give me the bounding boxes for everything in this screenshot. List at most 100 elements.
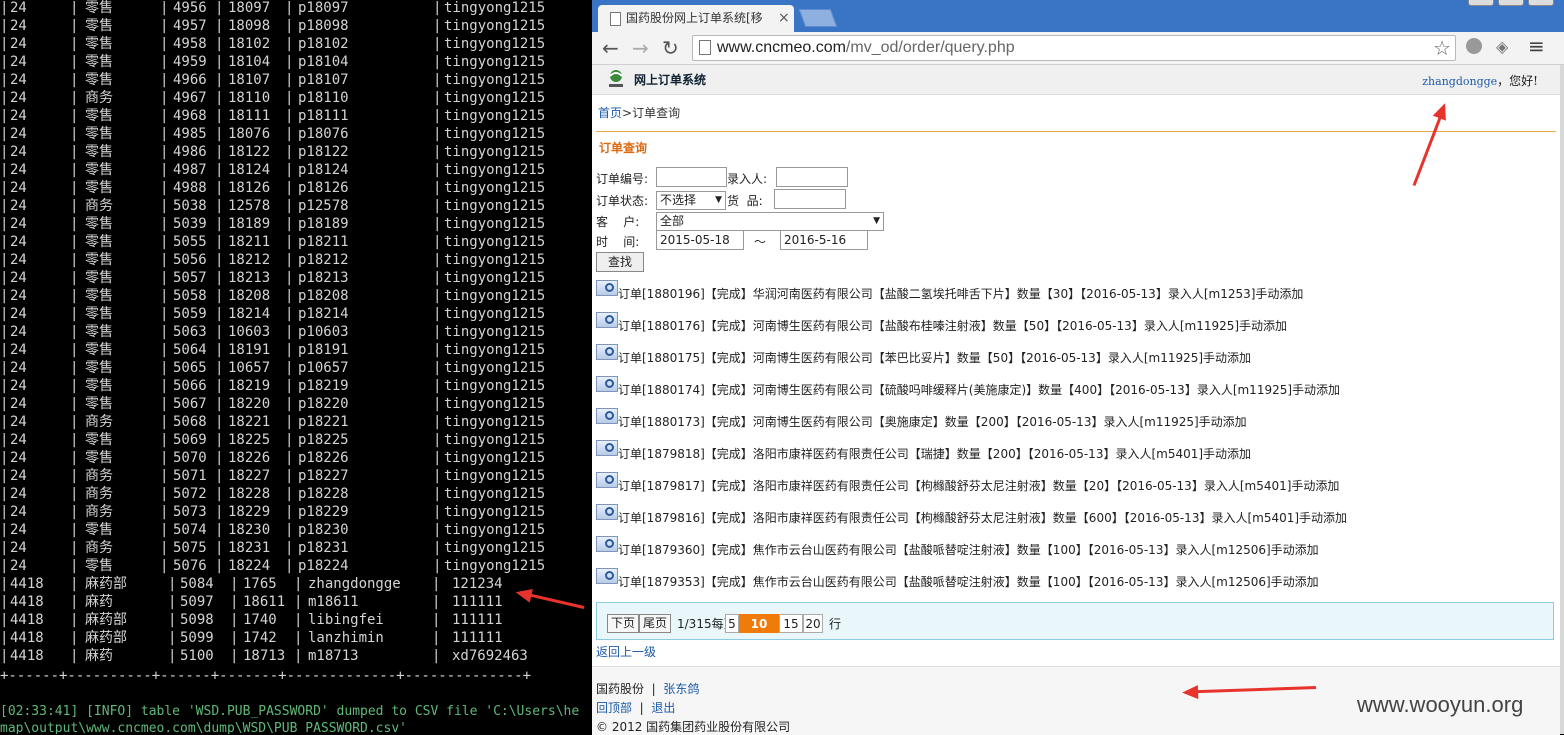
terminal-cell: 4985 [173,126,207,142]
back-to-department-link[interactable]: 回顶部 [596,701,632,715]
view-details-icon[interactable] [596,472,618,488]
date-to-input[interactable]: 2016-5-16 [780,230,868,250]
url-text[interactable]: www.cncmeo.com/mv_od/order/query.php [717,36,1015,60]
view-details-icon[interactable] [596,536,618,552]
page-size-option[interactable]: 5 [725,614,739,633]
scrollbar[interactable] [1560,65,1564,734]
terminal-pipe: | [70,558,79,574]
view-details-icon[interactable] [596,312,618,328]
terminal-pipe: | [285,414,294,430]
page-size-option[interactable]: 20 [803,614,823,633]
close-icon[interactable]: × [778,5,790,32]
terminal-log-line: map\output\www.cncmeo.com\dump\WSD\PUB_P… [0,721,407,734]
user-name-link[interactable]: 张东鸽 [663,682,699,696]
terminal-cell: 24 [10,108,27,124]
terminal-cell: 12578 [228,198,271,214]
terminal-pipe: | [215,432,224,448]
minimize-button[interactable] [1468,0,1494,6]
result-text: 订单[1879360]【完成】焦作市云台山医药有限公司【盐酸哌替啶注射液】数量【… [618,543,1319,557]
terminal-pipe: | [168,612,177,628]
terminal-cell: p18208 [298,288,349,304]
terminal-cell: 24 [10,144,27,160]
terminal-pipe: | [0,270,9,286]
terminal-cell: 麻药 [85,648,113,664]
view-details-icon[interactable] [596,504,618,520]
terminal-cell: 5075 [173,540,207,556]
back-link[interactable]: 返回上一级 [596,643,656,660]
terminal-cell: tingyong1215 [444,54,546,70]
breadcrumb-home-link[interactable]: 首页 [598,106,622,120]
view-details-icon[interactable] [596,376,618,392]
terminal-cell: 商务 [85,504,113,520]
next-page-button[interactable]: 下页 [607,614,639,633]
terminal-cell: 零售 [85,234,113,250]
terminal-cell: p18212 [298,252,349,268]
dropdown-arrow-icon: ▼ [715,195,722,205]
terminal-cell: p18098 [298,18,349,34]
customer-select[interactable]: 全部 ▼ [656,212,884,231]
view-details-icon[interactable] [596,344,618,360]
terminal-cell: p10603 [298,324,349,340]
tab-active[interactable]: 国药股份网上订单系统[移 × [598,5,794,32]
terminal-pipe: | [160,54,169,70]
terminal-cell: p18111 [298,108,349,124]
terminal-pipe: | [285,378,294,394]
terminal-pipe: | [70,252,79,268]
entered-by-input[interactable] [776,167,848,187]
page-icon [699,40,711,55]
terminal-pipe: | [0,648,9,664]
terminal-pipe: | [433,342,442,358]
terminal-pipe: | [432,630,441,646]
page-size-option[interactable]: 15 [779,614,803,633]
forward-arrow-icon[interactable]: → [632,36,649,60]
reload-icon[interactable]: ↻ [662,36,679,60]
order-number-label: 订单编号: [596,172,649,186]
terminal-cell: tingyong1215 [444,432,546,448]
terminal-cell: 4956 [173,0,207,16]
terminal-cell: 5071 [173,468,207,484]
terminal-cell: tingyong1215 [444,450,546,466]
extension-icon[interactable] [1466,38,1482,54]
maximize-button[interactable] [1498,0,1524,6]
order-status-select[interactable]: 不选择 ▼ [656,191,726,210]
terminal-pipe: | [433,522,442,538]
logout-link[interactable]: 退出 [651,701,675,715]
terminal-pipe: | [215,144,224,160]
search-button[interactable]: 查找 [596,252,644,272]
view-details-icon[interactable] [596,440,618,456]
shield-icon[interactable]: ◈ [1496,37,1508,56]
terminal-cell: 零售 [85,0,113,16]
terminal-pipe: | [215,180,224,196]
tab-bar: 国药股份网上订单系统[移 × [592,0,1564,32]
terminal-pipe: | [160,216,169,232]
terminal-cell: 24 [10,342,27,358]
menu-icon[interactable]: ≡ [1528,34,1545,58]
bookmark-star-icon[interactable]: ☆ [1433,36,1451,60]
terminal-pipe: | [433,108,442,124]
terminal-pipe: | [230,630,239,646]
close-window-button[interactable] [1528,0,1554,6]
view-details-icon[interactable] [596,280,618,296]
terminal-pipe: | [0,324,9,340]
back-arrow-icon[interactable]: ← [602,36,619,60]
terminal-pipe: | [0,144,9,160]
terminal-pipe: | [160,360,169,376]
terminal-cell: 24 [10,522,27,538]
terminal-cell: 10603 [228,324,271,340]
date-from-input[interactable]: 2015-05-18 [656,230,744,250]
new-tab-button[interactable] [798,9,838,27]
view-details-icon[interactable] [596,568,618,584]
terminal-pipe: | [0,234,9,250]
user-name-link[interactable]: zhangdongge [1422,75,1497,88]
goods-input[interactable] [774,189,846,209]
page-size-option[interactable]: 10 [739,614,779,633]
order-number-input[interactable] [656,167,727,187]
address-bar[interactable]: www.cncmeo.com/mv_od/order/query.php ☆ [692,35,1456,61]
last-page-button[interactable]: 尾页 [639,614,671,633]
terminal-cell: 24 [10,72,27,88]
terminal-pipe: | [285,396,294,412]
view-details-icon[interactable] [596,408,618,424]
terminal-cell: 18191 [228,342,271,358]
terminal-cell: 18213 [228,270,271,286]
footer-separator: | [639,701,644,715]
